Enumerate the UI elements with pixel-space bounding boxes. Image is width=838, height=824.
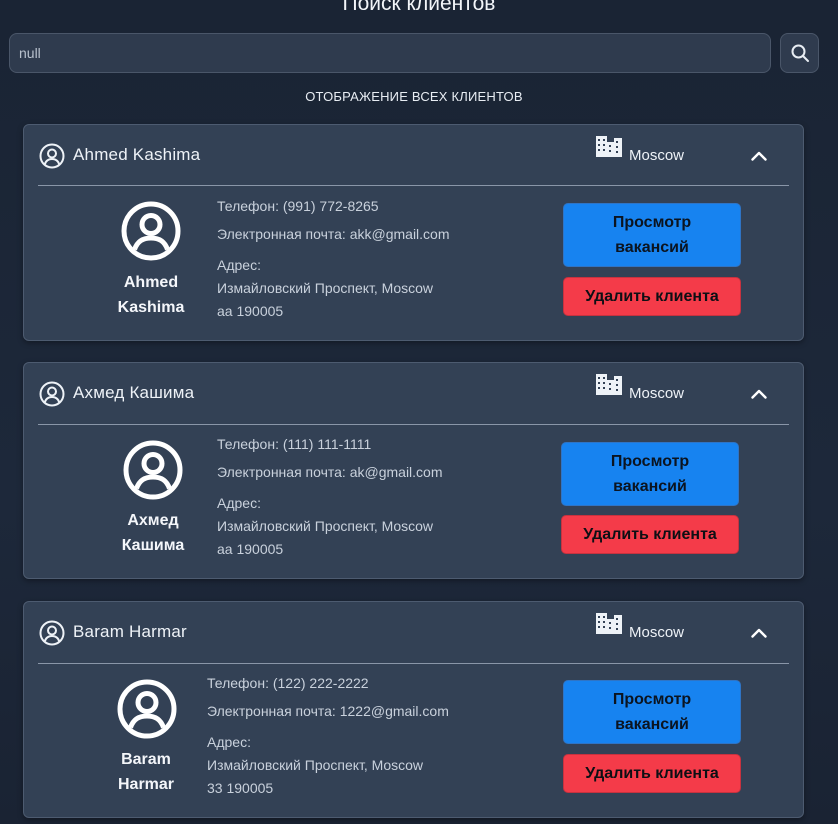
user-circle-icon	[39, 143, 65, 169]
page-title: Поиск клиентов	[342, 0, 496, 15]
client-email: Электронная почта: akk@gmail.com	[217, 226, 450, 242]
delete-client-button[interactable]: Удалить клиента	[561, 515, 739, 554]
collapse-button[interactable]	[746, 381, 772, 407]
address-label: Адрес:	[207, 734, 251, 750]
client-address: Измайловский Проспект, Moscow	[207, 757, 424, 773]
view-vacancies-button[interactable]: Просмотр вакансий	[563, 680, 741, 744]
client-zip: aa 190005	[217, 541, 284, 557]
search-icon	[791, 44, 809, 62]
client-card: Ахмед Кашима Moscow Ахмед Кашима Телефон…	[23, 362, 804, 579]
client-address: Измайловский Проспект, Moscow	[217, 280, 434, 296]
view-vacancies-button[interactable]: Просмотр вакансий	[563, 203, 741, 267]
collapse-button[interactable]	[746, 620, 772, 646]
client-address: Измайловский Проспект, Moscow	[217, 518, 434, 534]
client-city: Moscow	[629, 385, 685, 402]
client-name: Ahmed Kashima	[73, 145, 201, 164]
card-divider	[38, 424, 789, 425]
client-name: Baram Harmar	[73, 622, 187, 641]
client-card-header[interactable]: Baram Harmar Moscow	[24, 602, 803, 662]
client-name: Ахмед Кашима	[73, 383, 195, 402]
client-search-page: Поиск клиентов ОТОБРАЖЕНИЕ ВСЕХ КЛИЕНТОВ…	[0, 0, 838, 824]
client-city: Moscow	[629, 624, 685, 641]
buildings-icon	[596, 136, 622, 157]
address-label: Адрес:	[217, 257, 261, 273]
chevron-up-icon	[751, 628, 767, 638]
client-email: Электронная почта: ak@gmail.com	[217, 464, 443, 480]
delete-client-button[interactable]: Удалить клиента	[563, 277, 741, 316]
client-avatar-icon	[121, 201, 181, 261]
client-avatar-icon	[117, 679, 177, 739]
client-details: Телефон: (111) 111-1111 Электронная почт…	[217, 433, 443, 561]
search-bar	[9, 33, 819, 73]
client-card-header[interactable]: Ахмед Кашима Moscow	[24, 363, 803, 423]
client-phone: Телефон: (111) 111-1111	[217, 436, 372, 452]
client-zip: aa 190005	[217, 303, 284, 319]
client-details: Телефон: (122) 222-2222 Электронная почт…	[207, 672, 449, 800]
client-details: Телефон: (991) 772-8265 Электронная почт…	[217, 195, 450, 323]
list-subtitle: ОТОБРАЖЕНИЕ ВСЕХ КЛИЕНТОВ	[305, 89, 523, 104]
chevron-up-icon	[751, 151, 767, 161]
client-city: Moscow	[629, 147, 685, 164]
card-divider	[38, 663, 789, 664]
client-avatar-icon	[123, 440, 183, 500]
client-full-name: Baram Harmar	[117, 751, 175, 793]
search-input[interactable]	[9, 33, 771, 73]
user-circle-icon	[39, 381, 65, 407]
client-full-name: Ахмед Кашима	[121, 512, 185, 554]
buildings-icon	[596, 613, 622, 634]
view-vacancies-button[interactable]: Просмотр вакансий	[561, 442, 739, 506]
client-email: Электронная почта: 1222@gmail.com	[207, 703, 449, 719]
client-full-name: Ahmed Kashima	[117, 274, 185, 316]
client-card: Ahmed Kashima Moscow Ahmed Kashima Телеф…	[23, 124, 804, 341]
card-divider	[38, 185, 789, 186]
client-phone: Телефон: (991) 772-8265	[217, 198, 379, 214]
client-phone: Телефон: (122) 222-2222	[207, 675, 369, 691]
client-card-header[interactable]: Ahmed Kashima Moscow	[24, 125, 803, 185]
address-label: Адрес:	[217, 495, 261, 511]
client-card: Baram Harmar Moscow Baram Harmar Телефон…	[23, 601, 804, 818]
user-circle-icon	[39, 620, 65, 646]
delete-client-button[interactable]: Удалить клиента	[563, 754, 741, 793]
search-button[interactable]	[780, 33, 819, 73]
buildings-icon	[596, 374, 622, 395]
client-zip: 33 190005	[207, 780, 274, 796]
chevron-up-icon	[751, 389, 767, 399]
collapse-button[interactable]	[746, 143, 772, 169]
